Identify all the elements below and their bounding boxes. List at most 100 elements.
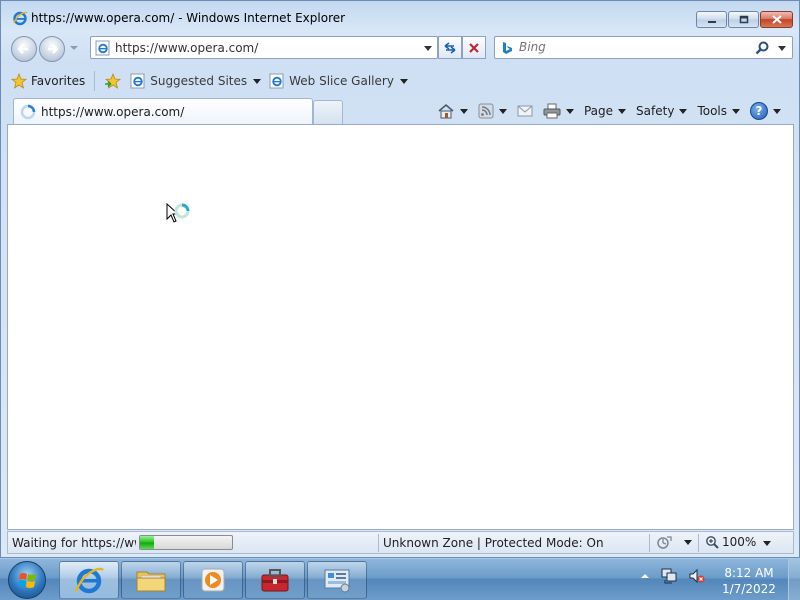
favorites-separator: [94, 71, 96, 91]
chevron-down-icon: [684, 539, 692, 545]
mail-icon: [517, 105, 533, 117]
show-hidden-icons-icon[interactable]: [640, 571, 650, 581]
ie-page-icon: [130, 73, 145, 89]
clock-date: 1/7/2022: [722, 582, 776, 596]
safety-menu[interactable]: Safety: [632, 100, 691, 122]
page-icon: [95, 40, 110, 56]
network-icon[interactable]: [660, 567, 678, 585]
chevron-down-icon: [732, 108, 740, 114]
back-arrow-icon: [17, 44, 28, 54]
security-zone-text[interactable]: Unknown Zone | Protected Mode: On: [383, 536, 604, 550]
suggested-sites-label: Suggested Sites: [150, 74, 248, 88]
safety-menu-label: Safety: [636, 104, 675, 118]
help-menu[interactable]: ?: [746, 100, 785, 122]
busy-cursor-icon: [166, 203, 190, 223]
media-player-icon: [201, 568, 225, 592]
chevron-down-icon: [399, 78, 408, 84]
printer-icon: [543, 103, 561, 119]
internet-explorer-icon: [74, 567, 104, 594]
taskbar-windows-explorer[interactable]: [121, 561, 181, 599]
chevron-down-icon: [459, 108, 468, 114]
address-dropdown[interactable]: [424, 46, 432, 51]
recent-pages-dropdown[interactable]: [70, 46, 78, 50]
status-bar: Waiting for https://www.opera.com/... Un…: [7, 531, 794, 554]
volume-muted-icon[interactable]: [688, 567, 706, 585]
chevron-down-icon: [618, 108, 627, 114]
forward-arrow-icon: [48, 44, 59, 54]
control-panel-icon: [324, 569, 350, 593]
minimize-button[interactable]: [696, 11, 727, 28]
loading-spinner-icon: [20, 104, 36, 120]
chevron-down-icon: [498, 108, 507, 114]
page-content[interactable]: [7, 124, 794, 530]
forward-button[interactable]: [39, 36, 65, 62]
rss-feed-icon: [478, 103, 494, 119]
new-tab-button[interactable]: [313, 100, 343, 124]
taskbar-control-panel[interactable]: [307, 561, 367, 599]
status-text: Waiting for https://www.opera.com/...: [12, 536, 136, 550]
favorites-star-icon: [11, 73, 27, 89]
maximize-button[interactable]: [728, 11, 759, 28]
ie-page-icon: [269, 73, 284, 89]
magnifier-icon[interactable]: [754, 40, 770, 56]
folder-icon: [136, 571, 166, 592]
loading-progress-bar: [139, 535, 233, 550]
start-button[interactable]: [8, 561, 46, 599]
print-button[interactable]: [539, 100, 578, 122]
show-desktop-button[interactable]: [788, 559, 800, 600]
page-menu[interactable]: Page: [580, 100, 630, 122]
filter-icon: [657, 536, 672, 549]
chevron-down-icon: [253, 78, 262, 84]
taskbar-media-player[interactable]: [183, 561, 243, 599]
chevron-down-icon: [773, 108, 781, 114]
taskbar-internet-explorer[interactable]: [59, 561, 119, 599]
tab-row: https://www.opera.com/ Page Safety Tools…: [1, 97, 799, 125]
navigation-bar: [1, 34, 799, 62]
address-input[interactable]: [115, 40, 415, 56]
tools-menu-label: Tools: [697, 104, 727, 118]
taskbar: 8:12 AM 1/7/2022: [0, 558, 800, 600]
add-to-favorites-bar-button[interactable]: [100, 69, 126, 93]
minimize-icon: [707, 20, 716, 23]
clock-time: 8:12 AM: [724, 566, 774, 580]
suggested-sites-button[interactable]: Suggested Sites: [126, 69, 265, 93]
windows-logo-icon: [18, 573, 36, 588]
read-mail-button[interactable]: [513, 100, 537, 122]
page-menu-label: Page: [583, 104, 614, 118]
zoom-button[interactable]: 100%: [705, 535, 756, 549]
close-icon: [771, 15, 782, 24]
close-button[interactable]: [760, 11, 793, 28]
window-title: https://www.opera.com/ - Windows Interne…: [31, 11, 346, 25]
favorites-button[interactable]: Favorites: [7, 69, 89, 93]
search-box: [494, 36, 793, 59]
home-icon: [438, 103, 454, 119]
search-input[interactable]: [519, 40, 739, 54]
status-divider: [378, 534, 379, 552]
refresh-icon: [444, 41, 456, 54]
progress-fill: [140, 536, 154, 549]
tab-active[interactable]: https://www.opera.com/: [13, 98, 313, 125]
add-favorite-icon: [105, 73, 122, 89]
favorites-label: Favorites: [31, 74, 86, 88]
taskbar-toolbox-app[interactable]: [245, 561, 305, 599]
restore-icon: [739, 15, 748, 24]
tools-menu[interactable]: Tools: [693, 100, 744, 122]
feeds-button[interactable]: [474, 100, 511, 122]
ie-window: https://www.opera.com/ - Windows Interne…: [0, 0, 800, 558]
toolbox-icon: [261, 569, 289, 592]
inprivate-filter-button[interactable]: [656, 534, 692, 550]
title-bar: https://www.opera.com/ - Windows Interne…: [1, 1, 799, 35]
window-controls: [696, 11, 793, 28]
search-options-dropdown[interactable]: [778, 46, 786, 51]
web-slice-gallery-button[interactable]: Web Slice Gallery: [265, 69, 412, 93]
stop-button[interactable]: [462, 36, 486, 59]
system-clock[interactable]: 8:12 AM 1/7/2022: [718, 565, 780, 597]
internet-explorer-icon: [13, 11, 28, 26]
favorites-bar: Favorites Suggested Sites Web Slice Gall…: [7, 67, 795, 95]
home-button[interactable]: [433, 100, 472, 122]
zoom-dropdown[interactable]: [763, 541, 771, 546]
refresh-button[interactable]: [438, 36, 462, 59]
help-icon: ?: [750, 102, 768, 120]
back-button[interactable]: [11, 36, 37, 62]
address-bar: [90, 36, 438, 59]
